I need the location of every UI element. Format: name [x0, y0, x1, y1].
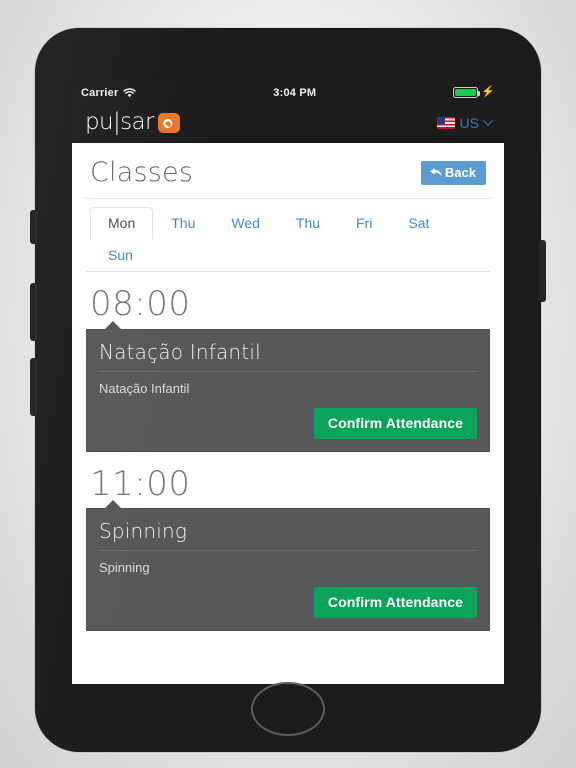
pulsar-swoosh-icon — [157, 113, 180, 133]
tab-wed[interactable]: Wed — [213, 207, 278, 240]
back-arrow-icon — [429, 166, 443, 179]
status-bar-left: Carrier — [81, 86, 137, 99]
time-slot: 11:00 Spinning Spinning Confirm Attendan… — [82, 452, 494, 632]
tab-fri[interactable]: Fri — [338, 207, 390, 240]
class-card[interactable]: Natação Infantil Natação Infantil Confir… — [86, 328, 490, 452]
page-header: Classes Back — [82, 143, 494, 199]
class-card-wrapper: Spinning Spinning Confirm Attendance — [86, 500, 490, 632]
class-title: Natação Infantil — [99, 340, 477, 372]
card-caret-icon — [104, 320, 122, 330]
back-button-label: Back — [444, 164, 476, 180]
slot-time-label: 08:00 — [90, 284, 191, 324]
page-title: Classes — [90, 157, 194, 188]
app-header: pu|sar US — [72, 103, 504, 143]
status-bar-clock: 3:04 PM — [273, 86, 317, 99]
home-button[interactable] — [251, 682, 325, 736]
tab-thu-2[interactable]: Thu — [278, 207, 338, 240]
status-bar-right: ⚡ — [453, 87, 495, 98]
us-flag-icon — [436, 117, 455, 129]
tab-sun[interactable]: Sun — [90, 239, 151, 272]
silent-switch[interactable] — [30, 210, 37, 244]
tab-thu-1[interactable]: Thu — [153, 207, 213, 240]
class-card[interactable]: Spinning Spinning Confirm Attendance — [86, 508, 490, 632]
phone-device-frame: Carrier 3:04 PM ⚡ pu|sar US Classes Back… — [30, 28, 546, 752]
slot-time-label: 11:00 — [90, 463, 191, 504]
volume-up-button[interactable] — [30, 283, 37, 341]
brand-wordmark: pu|sar — [85, 108, 154, 135]
brand-logo[interactable]: pu|sar — [85, 108, 180, 135]
class-card-wrapper: Natação Infantil Natação Infantil Confir… — [86, 320, 490, 452]
ios-status-bar: Carrier 3:04 PM ⚡ — [72, 82, 504, 103]
confirm-attendance-button[interactable]: Confirm Attendance — [313, 407, 477, 439]
phone-screen: Carrier 3:04 PM ⚡ pu|sar US Classes Back… — [72, 82, 504, 684]
battery-full-icon — [453, 87, 481, 98]
class-title: Spinning — [99, 519, 477, 552]
class-description: Spinning — [99, 560, 150, 576]
class-card-actions: Confirm Attendance — [99, 396, 477, 439]
weekday-tabs: Mon Thu Wed Thu Fri Sat Sun — [86, 199, 490, 272]
wifi-icon — [123, 87, 137, 98]
locale-label: US — [459, 115, 479, 131]
card-caret-icon — [104, 500, 122, 510]
charging-bolt-icon: ⚡ — [481, 86, 495, 98]
volume-down-button[interactable] — [30, 358, 37, 416]
class-card-actions: Confirm Attendance — [99, 575, 477, 619]
chevron-down-icon — [482, 114, 494, 126]
class-description: Natação Infantil — [99, 380, 190, 396]
tab-sat[interactable]: Sat — [390, 207, 447, 240]
page-content: Classes Back Mon Thu Wed Thu Fri Sat Sun… — [72, 143, 504, 684]
carrier-label: Carrier — [81, 86, 119, 99]
back-button[interactable]: Back — [420, 160, 486, 185]
tab-mon[interactable]: Mon — [90, 207, 154, 240]
time-slot: 08:00 Natação Infantil Natação Infantil … — [82, 272, 494, 452]
confirm-attendance-button[interactable]: Confirm Attendance — [313, 587, 477, 619]
power-button[interactable] — [539, 240, 546, 302]
locale-selector[interactable]: US — [436, 114, 494, 131]
